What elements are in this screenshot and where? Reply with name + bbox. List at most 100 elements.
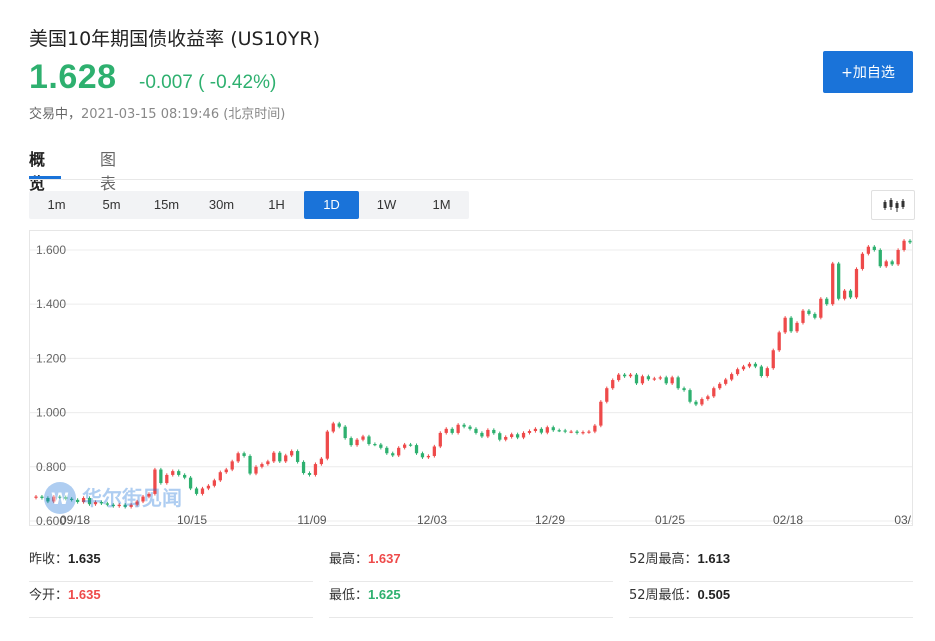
candle [784,316,787,334]
candle [159,468,162,485]
candle [706,395,709,401]
candle [242,452,245,458]
candle [635,373,638,385]
stat-label: 最高： [329,552,368,567]
candle [439,431,442,448]
candle [623,373,626,378]
candle [748,362,751,368]
stat-52w-high: 52周最高：1.613 [629,545,913,582]
market-status: 交易中，2021-03-15 08:19:46 (北京时间) [29,103,285,122]
candle [510,433,513,439]
stat-value: 1.635 [68,587,101,602]
candle [516,433,519,440]
price-chart[interactable]: 0.6000.8001.0001.2001.4001.60009/1810/15… [29,230,913,526]
candle [849,289,852,299]
candle [385,446,388,455]
candle [730,372,733,381]
candle [896,248,899,266]
watermark-text: 华尔街见闻 [82,486,182,510]
stat-label: 最低： [329,588,368,603]
chart-type-button[interactable] [871,190,915,220]
candle [760,365,763,378]
page-title: 美国10年期国债收益率 (US10YR) [29,24,320,51]
candle [736,368,739,376]
candle [349,436,352,446]
x-tick-label: 01/25 [655,513,685,526]
candle [861,252,864,270]
candle [641,375,644,385]
period-1month[interactable]: 1M [414,191,469,219]
candle [647,375,650,381]
candle [688,388,691,403]
candle [415,443,418,454]
candle [575,430,578,435]
candle [326,430,329,460]
candle [391,452,394,457]
tab-overview[interactable]: 概览 [29,146,45,194]
candle [397,446,400,457]
candle [302,460,305,474]
candle [885,260,888,268]
candle [581,430,584,434]
candle [813,312,816,319]
stat-label: 52周最低： [629,588,698,603]
candle [403,443,406,450]
period-5m[interactable]: 5m [84,191,139,219]
candle [564,429,567,433]
period-1w[interactable]: 1W [359,191,414,219]
candle [605,387,608,404]
candlestick-icon [872,191,914,219]
candle [480,431,483,438]
candle [468,425,471,430]
candle [843,289,846,300]
candle [296,449,299,463]
add-to-watchlist-button[interactable]: +加自选 [823,51,913,93]
candle [665,376,668,385]
candle [902,239,905,251]
period-1h[interactable]: 1H [249,191,304,219]
candle [355,438,358,447]
candle [361,435,364,442]
candle [569,430,572,433]
tab-chart[interactable]: 图表 [100,146,116,194]
candle [629,373,632,378]
candle [546,426,549,435]
candle [189,476,192,490]
candle [682,387,685,392]
candle [724,378,727,386]
period-1d[interactable]: 1D [304,191,359,219]
stat-label: 今开： [29,588,68,603]
candle [700,397,703,406]
trading-status-text: 交易中， [29,107,81,122]
candle [445,427,448,434]
candle [165,473,168,484]
candle [379,443,382,450]
candle [486,428,489,438]
price-change: -0.007 ( -0.42%) [139,72,276,94]
candle [260,462,263,468]
candle [40,495,43,500]
candle [171,470,174,477]
candle [451,427,454,434]
candle [908,239,911,244]
candle [522,431,525,439]
period-30m[interactable]: 30m [194,191,249,219]
candle [433,445,436,458]
stat-high: 最高：1.637 [329,545,613,582]
candle [712,387,715,398]
candle [177,470,180,477]
candle [427,454,430,459]
stat-value: 1.637 [368,551,401,566]
stat-open: 今开：1.635 [29,581,313,618]
period-15m[interactable]: 15m [139,191,194,219]
svg-text:W: W [51,489,69,508]
candle [266,460,269,466]
y-tick-label: 1.000 [36,406,66,420]
candle [540,427,543,434]
x-tick-label: 03/1 [894,513,913,526]
candle [409,443,412,447]
candle [195,487,198,496]
period-1m[interactable]: 1m [29,191,84,219]
candle [474,427,477,434]
stat-value: 1.625 [368,587,401,602]
